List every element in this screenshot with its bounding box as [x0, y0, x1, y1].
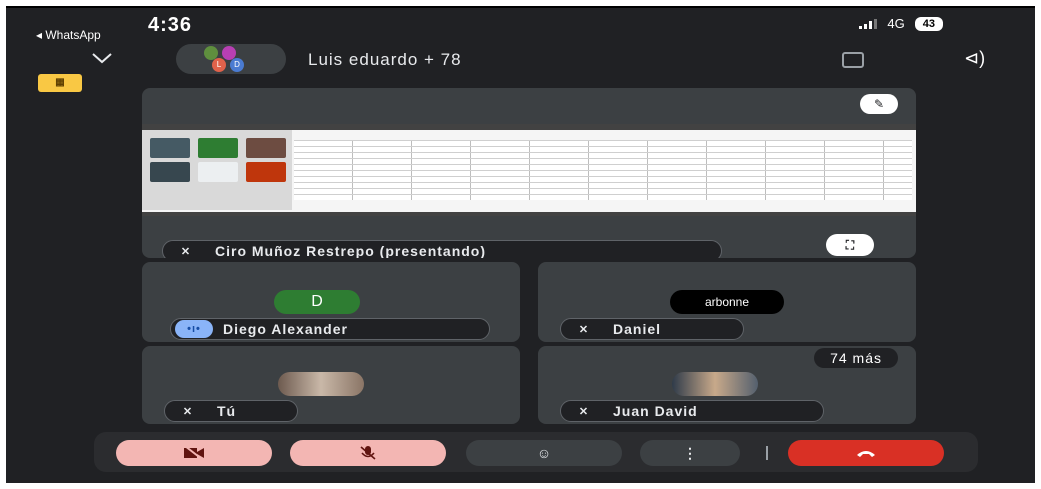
- participant-tile-daniel[interactable]: arbonne ✕ Daniel: [538, 262, 916, 342]
- end-call-icon: [857, 451, 875, 457]
- mic-off-icon: ✕: [180, 245, 192, 258]
- participant-tile-self[interactable]: ✕ Tú: [142, 346, 520, 424]
- taskbar: [142, 212, 916, 216]
- participant-name: Tú: [217, 403, 237, 419]
- avatar: arbonne: [670, 290, 784, 314]
- call-controls: ☺ ⋮: [94, 432, 978, 472]
- back-to-whatsapp[interactable]: ◂ WhatsApp: [36, 28, 101, 42]
- avatar: D: [230, 58, 244, 72]
- presenter-label: Ciro Muñoz Restrepo (presentando): [215, 243, 487, 258]
- mic-off-icon: ✕: [578, 405, 590, 418]
- participant-tile-diego[interactable]: D •ı• Diego Alexander: [142, 262, 520, 342]
- spreadsheet-view: [294, 140, 912, 200]
- avatar: [672, 372, 758, 396]
- camera-off-button[interactable]: [116, 440, 272, 466]
- speaking-indicator-icon: •ı•: [175, 320, 213, 338]
- participant-name: Diego Alexander: [223, 321, 348, 337]
- avatar: L: [212, 58, 226, 72]
- shared-screen: [142, 124, 916, 216]
- meeting-title[interactable]: Luis eduardo + 78: [308, 50, 462, 70]
- chevron-down-icon[interactable]: [90, 48, 114, 68]
- camera-off-icon: [184, 445, 204, 461]
- participant-name: Daniel: [613, 321, 662, 337]
- fullscreen-icon[interactable]: ⛶: [826, 234, 874, 256]
- mic-off-icon: ✕: [578, 323, 590, 336]
- participant-tile-juan[interactable]: 74 más ✕ Juan David: [538, 346, 916, 424]
- meet-call-screen: 4:36 ◂ WhatsApp 4G 43 L D Luis eduardo +…: [6, 6, 1035, 483]
- participant-avatars[interactable]: L D: [176, 44, 286, 74]
- avatar: D: [274, 290, 360, 314]
- participant-name-pill: •ı• Diego Alexander: [170, 318, 490, 340]
- mic-off-button[interactable]: [290, 440, 446, 466]
- emoji-icon: ☺: [536, 445, 552, 461]
- signal-icon: [859, 18, 878, 29]
- speaker-icon[interactable]: ⊲): [964, 48, 985, 69]
- emoji-button[interactable]: ☺: [466, 440, 622, 466]
- participant-name: Juan David: [613, 403, 698, 419]
- mic-off-icon: [360, 446, 376, 460]
- mic-off-icon: ✕: [182, 405, 194, 418]
- battery-badge: 43: [914, 16, 943, 31]
- avatar: [278, 372, 364, 396]
- status-time: 4:36: [148, 14, 193, 36]
- end-call-button[interactable]: [788, 440, 944, 466]
- network-type: 4G: [887, 16, 905, 31]
- presentation-tile[interactable]: ✎ ✕ Ciro Muñoz Restrepo (presentando): [142, 88, 916, 258]
- status-indicators: 4G 43: [859, 16, 943, 31]
- participant-name-pill: ✕ Juan David: [560, 400, 824, 422]
- more-options-button[interactable]: ⋮: [640, 440, 740, 466]
- participant-name-pill: ✕ Tú: [164, 400, 298, 422]
- divider: [766, 446, 768, 460]
- presenter-name-pill: ✕ Ciro Muñoz Restrepo (presentando): [162, 240, 722, 258]
- more-vert-icon: ⋮: [683, 444, 697, 461]
- camera-switch-icon[interactable]: [842, 52, 864, 68]
- pin-icon[interactable]: ✎: [860, 94, 898, 114]
- caption-badge-icon: ▦: [38, 74, 82, 92]
- more-participants-badge[interactable]: 74 más: [814, 348, 898, 368]
- screen-thumbnail-panel: [142, 130, 292, 210]
- participant-name-pill: ✕ Daniel: [560, 318, 744, 340]
